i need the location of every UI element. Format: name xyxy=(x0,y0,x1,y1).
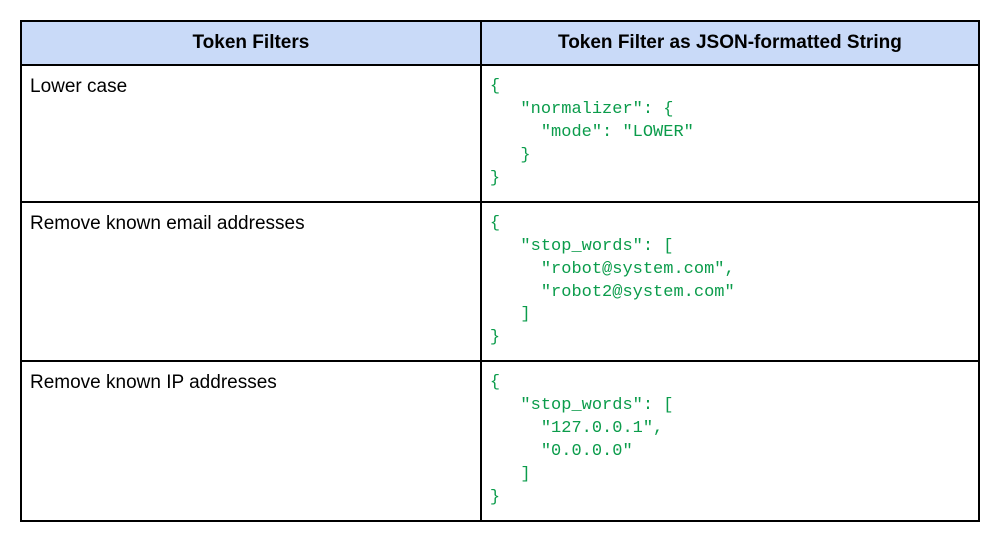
filter-name-cell: Remove known email addresses xyxy=(21,202,481,362)
filter-name-cell: Lower case xyxy=(21,65,481,202)
header-token-filters: Token Filters xyxy=(21,21,481,65)
table-row: Remove known IP addresses { "stop_words"… xyxy=(21,361,979,521)
table-header-row: Token Filters Token Filter as JSON-forma… xyxy=(21,21,979,65)
filter-json-cell: { "normalizer": { "mode": "LOWER" } } xyxy=(481,65,979,202)
table-row: Lower case { "normalizer": { "mode": "LO… xyxy=(21,65,979,202)
filter-json-cell: { "stop_words": [ "127.0.0.1", "0.0.0.0"… xyxy=(481,361,979,521)
filter-json-cell: { "stop_words": [ "robot@system.com", "r… xyxy=(481,202,979,362)
json-code-block: { "normalizer": { "mode": "LOWER" } } xyxy=(490,76,970,191)
table-row: Remove known email addresses { "stop_wor… xyxy=(21,202,979,362)
json-code-block: { "stop_words": [ "robot@system.com", "r… xyxy=(490,213,970,351)
filter-name-cell: Remove known IP addresses xyxy=(21,361,481,521)
header-json-string: Token Filter as JSON-formatted String xyxy=(481,21,979,65)
token-filters-table: Token Filters Token Filter as JSON-forma… xyxy=(20,20,980,522)
json-code-block: { "stop_words": [ "127.0.0.1", "0.0.0.0"… xyxy=(490,372,970,510)
